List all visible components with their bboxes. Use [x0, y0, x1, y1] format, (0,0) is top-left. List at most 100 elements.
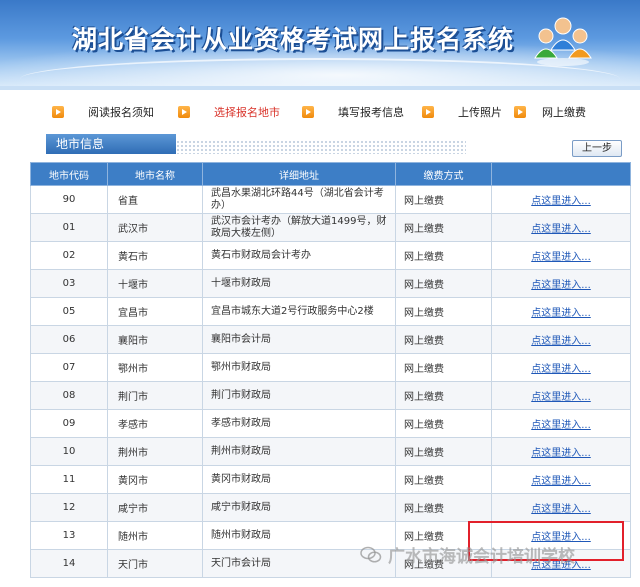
table-row: 90 省直 武昌水果湖北环路44号（湖北省会计考办） 网上缴费 点这里进入... — [30, 185, 631, 214]
action-cell: 点这里进入... — [491, 437, 631, 466]
payment-method-cell: 网上缴费 — [395, 185, 492, 214]
step-label: 上传照片 — [458, 106, 502, 119]
action-cell: 点这里进入... — [491, 213, 631, 242]
payment-method-cell: 网上缴费 — [395, 213, 492, 242]
previous-step-button[interactable]: 上一步 — [572, 140, 622, 157]
enter-link[interactable]: 点这里进入... — [531, 196, 591, 207]
city-code-cell: 14 — [30, 549, 108, 578]
table-row: 05 宜昌市 宜昌市城东大道2号行政服务中心2楼 网上缴费 点这里进入... — [30, 297, 631, 326]
payment-method-cell: 网上缴费 — [395, 521, 492, 550]
people-icon — [534, 17, 592, 66]
city-code-cell: 12 — [30, 493, 108, 522]
city-name-cell: 十堰市 — [107, 269, 203, 298]
address-cell: 荆门市财政局 — [202, 381, 396, 410]
action-cell: 点这里进入... — [491, 269, 631, 298]
payment-method-cell: 网上缴费 — [395, 549, 492, 578]
step-read-notice[interactable]: 阅读报名须知 — [52, 104, 154, 120]
city-name-cell: 咸宁市 — [107, 493, 203, 522]
action-cell: 点这里进入... — [491, 521, 631, 550]
action-cell: 点这里进入... — [491, 381, 631, 410]
column-header-payment: 缴费方式 — [395, 162, 492, 186]
payment-method-cell: 网上缴费 — [395, 269, 492, 298]
table-row: 03 十堰市 十堰市财政局 网上缴费 点这里进入... — [30, 269, 631, 298]
table-row: 09 孝感市 孝感市财政局 网上缴费 点这里进入... — [30, 409, 631, 438]
table-row: 12 咸宁市 咸宁市财政局 网上缴费 点这里进入... — [30, 493, 631, 522]
enter-link[interactable]: 点这里进入... — [531, 224, 591, 235]
address-cell: 十堰市财政局 — [202, 269, 396, 298]
site-title: 湖北省会计从业资格考试网上报名系统 — [72, 25, 515, 54]
step-upload-photo[interactable]: 上传照片 — [422, 104, 502, 120]
action-cell: 点这里进入... — [491, 493, 631, 522]
city-name-cell: 荆州市 — [107, 437, 203, 466]
city-code-cell: 09 — [30, 409, 108, 438]
address-cell: 武昌水果湖北环路44号（湖北省会计考办） — [202, 185, 396, 214]
enter-link[interactable]: 点这里进入... — [531, 252, 591, 263]
step-label: 网上缴费 — [542, 106, 586, 119]
enter-link[interactable]: 点这里进入... — [531, 308, 591, 319]
step-online-payment[interactable]: 网上缴费 — [514, 104, 586, 120]
payment-method-cell: 网上缴费 — [395, 409, 492, 438]
address-cell: 咸宁市财政局 — [202, 493, 396, 522]
city-name-cell: 武汉市 — [107, 213, 203, 242]
city-code-cell: 01 — [30, 213, 108, 242]
city-name-cell: 宜昌市 — [107, 297, 203, 326]
arrow-bullet-icon — [514, 106, 526, 118]
step-select-city[interactable]: 选择报名地市 — [178, 104, 280, 120]
column-header-code: 地市代码 — [30, 162, 108, 186]
table-row: 07 鄂州市 鄂州市财政局 网上缴费 点这里进入... — [30, 353, 631, 382]
enter-link[interactable]: 点这里进入... — [531, 532, 591, 543]
enter-link[interactable]: 点这里进入... — [531, 560, 591, 571]
payment-method-cell: 网上缴费 — [395, 493, 492, 522]
table-row: 01 武汉市 武汉市会计考办（解放大道1499号，财政局大楼左侧） 网上缴费 点这里进入… — [30, 213, 631, 242]
city-name-cell: 省直 — [107, 185, 203, 214]
address-cell: 随州市财政局 — [202, 521, 396, 550]
table-row: 13 随州市 随州市财政局 网上缴费 点这里进入... — [30, 521, 631, 550]
action-cell: 点这里进入... — [491, 325, 631, 354]
enter-link[interactable]: 点这里进入... — [531, 504, 591, 515]
enter-link[interactable]: 点这里进入... — [531, 364, 591, 375]
arrow-bullet-icon — [52, 106, 64, 118]
arrow-bullet-icon — [302, 106, 314, 118]
city-name-cell: 黄石市 — [107, 241, 203, 270]
city-code-cell: 11 — [30, 465, 108, 494]
enter-link[interactable]: 点这里进入... — [531, 280, 591, 291]
enter-link[interactable]: 点这里进入... — [531, 336, 591, 347]
step-label: 阅读报名须知 — [88, 106, 154, 119]
enter-link[interactable]: 点这里进入... — [531, 476, 591, 487]
table-row: 14 天门市 天门市会计局 网上缴费 点这里进入... — [30, 549, 631, 578]
enter-link[interactable]: 点这里进入... — [531, 420, 591, 431]
city-code-cell: 03 — [30, 269, 108, 298]
city-name-cell: 天门市 — [107, 549, 203, 578]
action-cell: 点这里进入... — [491, 185, 631, 214]
step-label: 填写报考信息 — [338, 106, 404, 119]
step-fill-info[interactable]: 填写报考信息 — [302, 104, 404, 120]
enter-link[interactable]: 点这里进入... — [531, 392, 591, 403]
city-name-cell: 随州市 — [107, 521, 203, 550]
city-name-cell: 襄阳市 — [107, 325, 203, 354]
city-code-cell: 05 — [30, 297, 108, 326]
address-cell: 天门市会计局 — [202, 549, 396, 578]
address-cell: 孝感市财政局 — [202, 409, 396, 438]
city-code-cell: 13 — [30, 521, 108, 550]
city-code-cell: 06 — [30, 325, 108, 354]
action-cell: 点这里进入... — [491, 353, 631, 382]
step-navigation: 阅读报名须知 选择报名地市 填写报考信息 上传照片 网上缴费 — [0, 104, 640, 124]
payment-method-cell: 网上缴费 — [395, 325, 492, 354]
table-row: 08 荆门市 荆门市财政局 网上缴费 点这里进入... — [30, 381, 631, 410]
address-cell: 荆州市财政局 — [202, 437, 396, 466]
arrow-bullet-icon — [422, 106, 434, 118]
section-header: 地市信息 — [46, 134, 466, 158]
header-banner: 湖北省会计从业资格考试网上报名系统 — [0, 0, 640, 86]
payment-method-cell: 网上缴费 — [395, 437, 492, 466]
banner-divider — [0, 86, 640, 90]
action-cell: 点这里进入... — [491, 409, 631, 438]
city-code-cell: 10 — [30, 437, 108, 466]
city-name-cell: 鄂州市 — [107, 353, 203, 382]
address-cell: 鄂州市财政局 — [202, 353, 396, 382]
city-name-cell: 孝感市 — [107, 409, 203, 438]
city-table: 地市代码 地市名称 详细地址 缴费方式 90 省直 武昌水果湖北环路44号（湖北省会… — [30, 162, 631, 578]
table-row: 02 黄石市 黄石市财政局会计考办 网上缴费 点这里进入... — [30, 241, 631, 270]
column-header-name: 地市名称 — [107, 162, 203, 186]
address-cell: 黄冈市财政局 — [202, 465, 396, 494]
enter-link[interactable]: 点这里进入... — [531, 448, 591, 459]
